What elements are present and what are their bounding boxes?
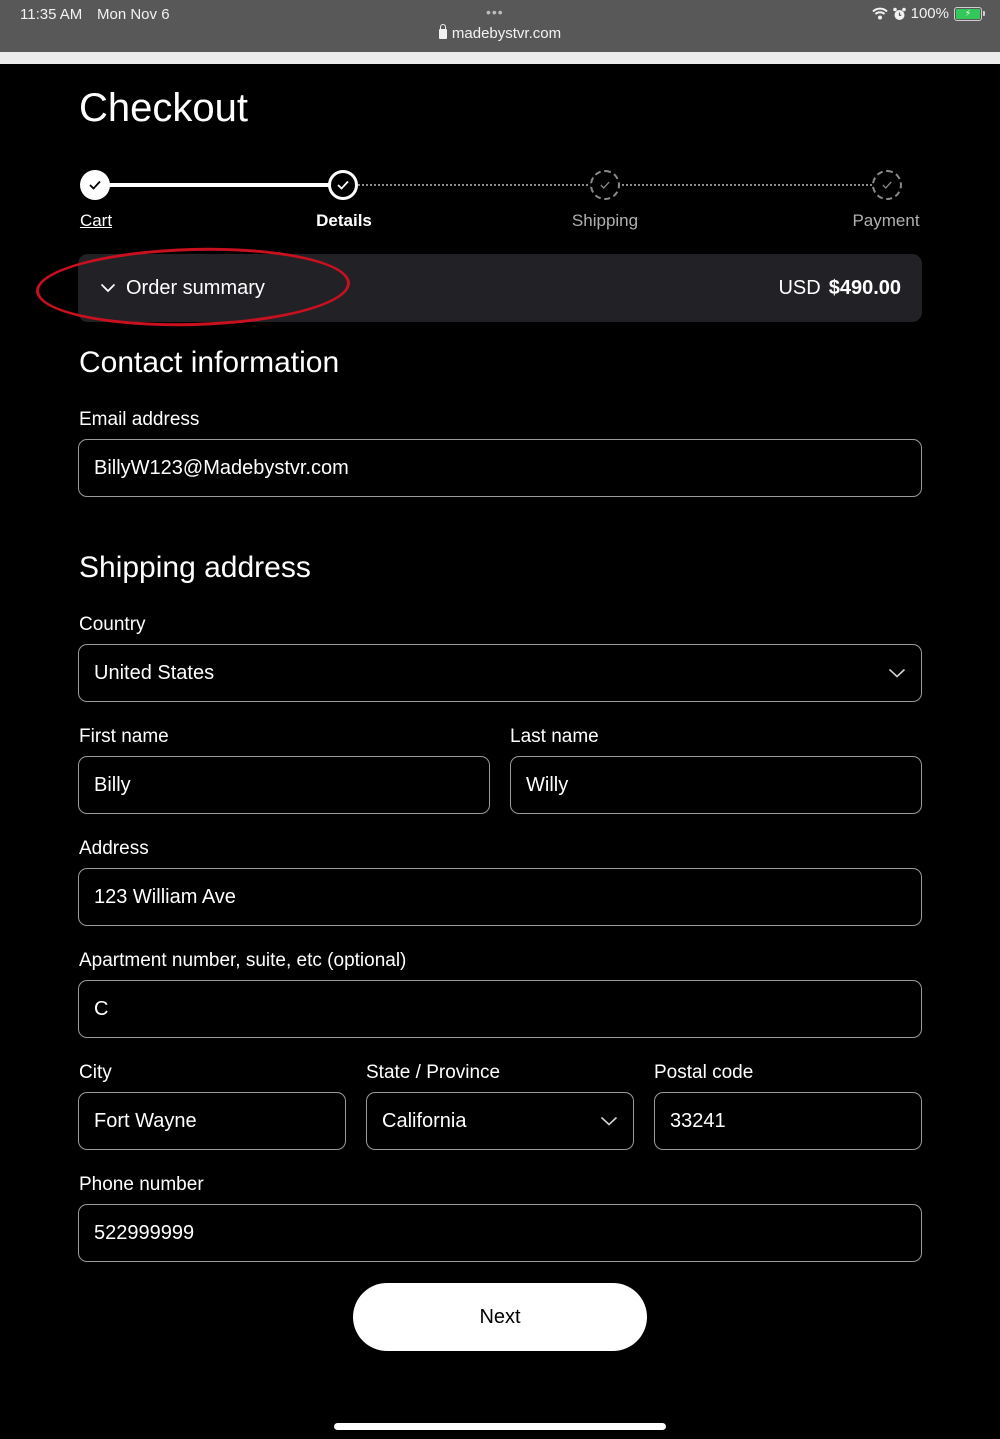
step-cart-indicator[interactable] (80, 170, 110, 200)
more-dots-icon[interactable]: ••• (486, 4, 504, 20)
postal-field[interactable] (654, 1092, 922, 1150)
step-payment-indicator (872, 170, 902, 200)
shipping-heading: Shipping address (79, 551, 311, 584)
status-time: 11:35 AM (20, 6, 83, 23)
first-name-input[interactable] (94, 773, 474, 797)
city-field[interactable] (78, 1092, 346, 1150)
country-value: United States (94, 661, 215, 684)
currency-code: USD (778, 276, 821, 299)
battery-percent: 100% (910, 5, 949, 22)
check-icon (89, 180, 101, 190)
phone-input[interactable] (94, 1221, 906, 1245)
first-name-label: First name (79, 726, 169, 747)
step-shipping-indicator (590, 170, 620, 200)
apartment-label: Apartment number, suite, etc (optional) (79, 950, 407, 971)
address-field[interactable] (78, 868, 922, 926)
page-title: Checkout (79, 86, 248, 130)
state-select[interactable]: California (366, 1092, 634, 1150)
step-shipping-label: Shipping (571, 211, 639, 230)
status-bar: 11:35 AM Mon Nov 6 ••• madebystvr.com 10… (0, 0, 1000, 52)
chevron-down-icon (100, 283, 116, 293)
step-payment-label: Payment (852, 211, 920, 230)
postal-input[interactable] (670, 1109, 906, 1133)
contact-heading: Contact information (79, 346, 340, 379)
checkout-stepper: Cart Details Shipping Payment (0, 165, 1000, 235)
order-summary-toggle[interactable]: Order summary USD $490.00 (78, 254, 922, 322)
address-bar[interactable]: madebystvr.com (0, 24, 1000, 42)
phone-field[interactable] (78, 1204, 922, 1262)
stepper-progress-line (96, 183, 344, 187)
step-details-indicator (328, 170, 358, 200)
address-label: Address (79, 838, 149, 859)
order-total: $490.00 (828, 276, 901, 299)
step-details-label: Details (316, 211, 372, 230)
check-icon (337, 180, 349, 190)
status-indicators: 100% ⚡ (871, 5, 985, 22)
step-cart-link[interactable]: Cart (80, 211, 112, 231)
wifi-icon (871, 7, 888, 20)
last-name-input[interactable] (526, 773, 906, 797)
first-name-field[interactable] (78, 756, 490, 814)
apartment-field[interactable] (78, 980, 922, 1038)
chevron-down-icon (600, 1116, 618, 1126)
check-icon (882, 181, 892, 189)
lock-icon (438, 24, 447, 39)
apartment-input[interactable] (94, 997, 906, 1021)
email-field[interactable] (78, 439, 922, 497)
chevron-down-icon (888, 668, 906, 678)
url-text: madebystvr.com (451, 25, 562, 42)
email-label: Email address (79, 409, 200, 430)
stepper-pending-line (358, 184, 888, 186)
postal-label: Postal code (654, 1062, 754, 1083)
status-date: Mon Nov 6 (97, 6, 170, 23)
email-input[interactable] (94, 456, 906, 480)
country-select[interactable]: United States (78, 644, 922, 702)
next-button[interactable]: Next (353, 1283, 647, 1351)
home-indicator[interactable] (334, 1423, 666, 1430)
state-value: California (382, 1109, 467, 1132)
charging-bolt-icon: ⚡ (956, 8, 980, 19)
last-name-field[interactable] (510, 756, 922, 814)
order-summary-label: Order summary (126, 276, 265, 299)
country-label: Country (79, 614, 146, 635)
address-input[interactable] (94, 885, 906, 909)
browser-toolbar-strip (0, 52, 1000, 64)
last-name-label: Last name (510, 726, 599, 747)
state-label: State / Province (366, 1062, 501, 1083)
phone-label: Phone number (79, 1174, 204, 1195)
alarm-icon (892, 7, 906, 20)
battery-icon: ⚡ (954, 6, 985, 21)
city-input[interactable] (94, 1109, 330, 1133)
check-icon (600, 181, 610, 189)
city-label: City (79, 1062, 112, 1083)
